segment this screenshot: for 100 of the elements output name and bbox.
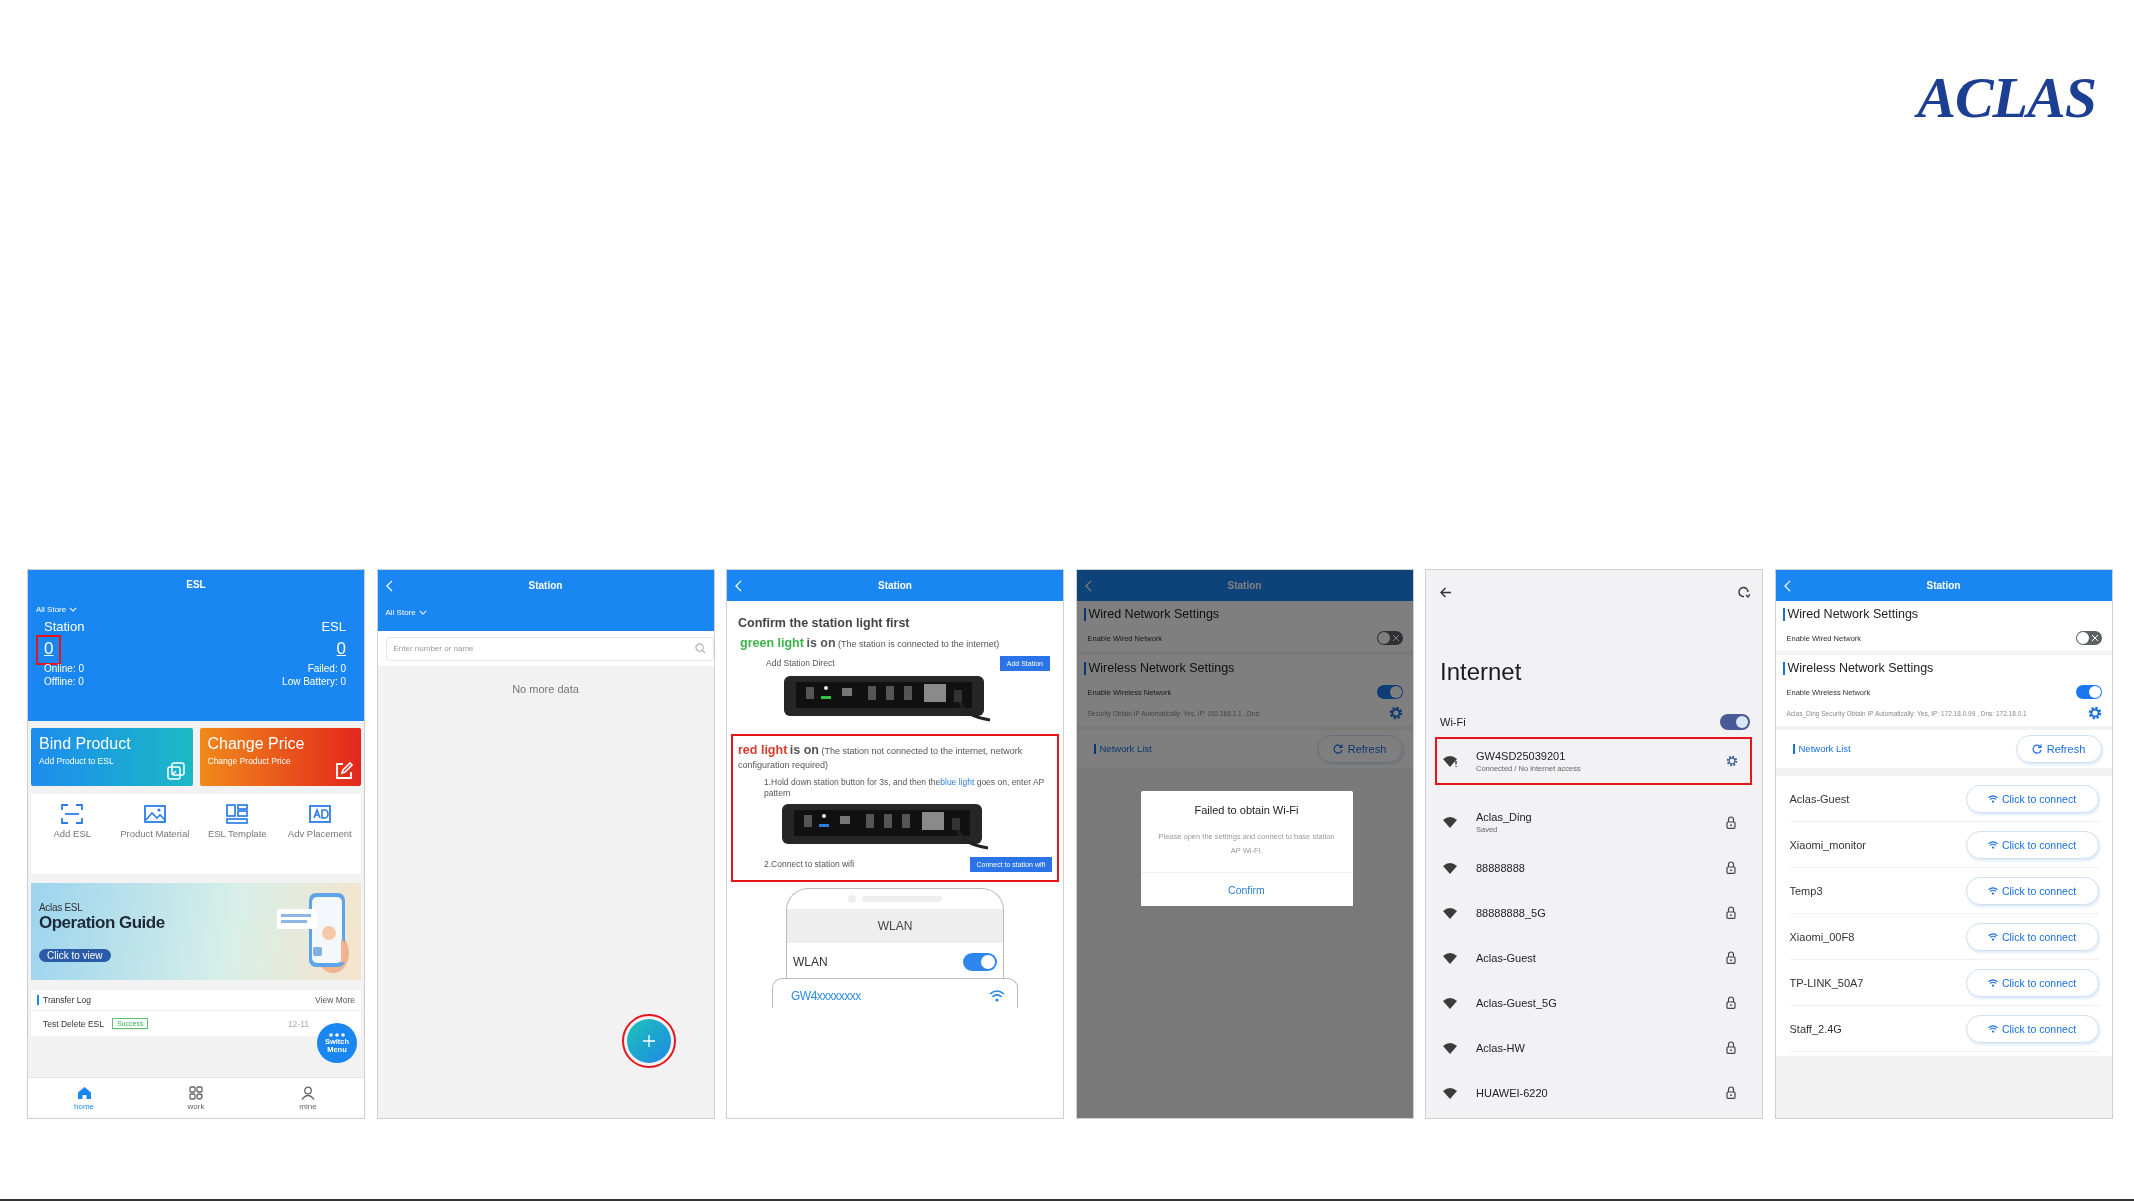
lock-icon [1726,906,1736,919]
connect-button[interactable]: Click to connect [1965,784,2099,813]
settings-icon[interactable] [1726,755,1738,767]
empty-message: No more data [511,683,580,695]
settings-icon[interactable] [2087,706,2102,720]
action-card[interactable]: Change Price Change Product Price [199,728,361,786]
network-item[interactable]: 88888888 [1440,845,1750,890]
wifi-icon [1987,840,1998,849]
guide-heading: Confirm the station light first [738,616,911,630]
network-name: Aclas-Guest [1789,792,1850,805]
grid-icon [189,1085,203,1100]
back-icon[interactable] [1084,579,1092,592]
store-dropdown[interactable]: All Store [385,608,427,617]
shortcut-button[interactable]: Adv Placement [278,804,361,841]
wifi-icon [1987,886,1998,895]
light-status-text: red light is on (The station not connected to the internet, network configuration required) [738,743,1024,772]
search-icon [694,643,706,654]
screen-title: Station [1926,580,1961,591]
x-icon [2091,635,2098,641]
refresh-icon [2031,744,2042,754]
back-arrow-icon[interactable] [1440,586,1452,598]
section-title: Network List [1093,744,1152,754]
toggle-switch[interactable] [2075,685,2102,699]
stat-line: Low Battery: 0 [282,675,346,688]
section-title: Wired Network Settings [1083,608,1403,621]
log-entry-time: 12-11 [287,1018,309,1029]
toggle-switch[interactable] [1376,685,1403,699]
search-field[interactable]: Enter number or name [385,636,714,661]
network-item[interactable]: 88888888_5G [1440,890,1750,935]
network-item[interactable]: GW4xxxxxxxx [772,978,1018,1008]
network-item[interactable]: Aclas-Guest_5G [1440,980,1750,1025]
section-title: Wireless Network Settings [1782,662,2102,675]
scan-refresh-icon[interactable] [1738,586,1750,598]
view-more-link[interactable]: View More [315,995,355,1005]
wifi-icon [1987,794,1998,803]
store-dropdown[interactable]: All Store [36,605,78,614]
step-text: 2.Connect to station wifi [764,859,855,870]
stat-label: Station [44,619,85,634]
shortcut-button[interactable]: Product Material [113,804,196,841]
nav-tab[interactable]: mine [252,1078,364,1118]
back-icon[interactable] [385,579,393,592]
stat-line: Online: 0 [44,662,85,675]
page-title: Internet [1440,658,1523,686]
wlan-label: WLAN [793,955,828,969]
wifi-icon [1987,978,1998,987]
network-item[interactable]: Aclas-HW [1440,1025,1750,1070]
wifi-icon [989,989,1005,1002]
section-title: Network List [1792,744,1851,754]
screen-title: Station [528,580,563,591]
view-button[interactable]: Click to view [39,948,111,962]
nav-tab[interactable]: home [28,1078,140,1118]
stat-line: Failed: 0 [307,662,346,675]
network-name: TP-LINK_50A7 [1789,976,1864,989]
network-item[interactable]: Aclas-Guest [1440,935,1750,980]
chevron-icon [418,610,427,615]
network-name: Aclas_Ding [1476,810,1533,823]
network-name: Temp3 [1789,884,1823,897]
network-name: 88888888_5G [1476,906,1547,919]
section-title: Wireless Network Settings [1083,662,1403,675]
shortcut-button[interactable]: ESL Template [196,804,279,841]
wifi-icon [1987,1024,1998,1033]
connect-button[interactable]: Click to connect [1965,876,2099,905]
toggle-switch[interactable] [1720,714,1750,730]
confirm-button[interactable]: Confirm [1140,872,1353,906]
stat-count[interactable]: 0 [328,635,354,665]
section-title: Transfer Log [37,995,91,1005]
nav-tab[interactable]: work [140,1078,252,1118]
toggle-switch[interactable] [1376,631,1403,645]
screen-title: Station [878,580,912,591]
toggle-switch[interactable] [963,953,997,971]
connect-button[interactable]: Click to connect [1965,922,2099,951]
connect-button[interactable]: Click to connect [1965,830,2099,859]
dialog-title: Failed to obtain Wi-Fi [1194,804,1299,816]
home-icon [76,1085,92,1100]
banner[interactable]: Aclas ESL Operation Guide Click to view [31,883,361,980]
network-name: HUAWEI-6220 [1476,1086,1549,1099]
network-name: Aclas-Guest [1476,951,1537,964]
section-title: Wired Network Settings [1782,608,2102,621]
refresh-icon [1332,744,1343,754]
log-entry-name: Test Delete ESL [43,1018,104,1029]
stat-line: Offline: 0 [44,675,84,688]
stat-count[interactable]: 0 [36,635,62,665]
more-icon [329,1032,345,1037]
network-name: Aclas-Guest_5G [1476,996,1558,1009]
edit-icon [335,762,353,780]
stat-label: ESL [321,619,346,634]
connect-button[interactable]: Click to connect [1965,968,2099,997]
toggle-switch[interactable] [2075,631,2102,645]
lock-icon [1726,861,1736,874]
refresh-button[interactable]: Refresh [1316,735,1403,763]
network-item[interactable]: HUAWEI-6220 [1440,1070,1750,1115]
screen-title: Station [1227,580,1262,591]
action-card[interactable]: Bind Product Add Product to ESL [31,728,193,786]
back-icon[interactable] [1783,579,1791,592]
shortcut-button[interactable]: Add ESL [31,804,114,841]
connect-button[interactable]: Click to connect [1965,1014,2099,1043]
ad-icon [308,804,331,824]
refresh-button[interactable]: Refresh [2015,735,2102,763]
settings-icon[interactable] [1388,706,1403,720]
back-icon[interactable] [735,579,742,592]
